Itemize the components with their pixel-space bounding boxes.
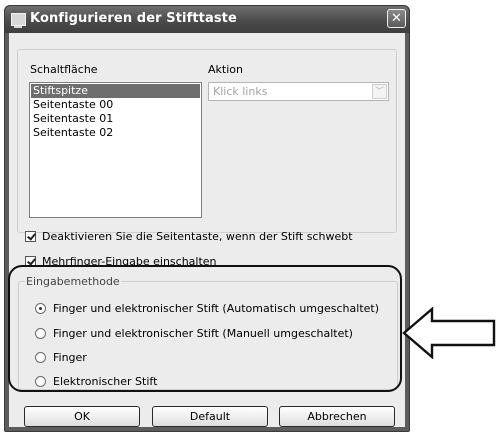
aktion-selected-value: Klick links — [213, 85, 268, 98]
list-item[interactable]: Seitentaste 01 — [31, 112, 200, 126]
aktion-select[interactable]: Klick links ﹀ — [208, 82, 389, 101]
monitor-icon — [11, 13, 26, 28]
title-bar[interactable]: Konfigurieren der Stifttaste ✕ — [5, 6, 409, 33]
list-item[interactable]: Stiftspitze — [31, 84, 200, 98]
cancel-button[interactable]: Abbrechen — [279, 406, 395, 427]
close-button[interactable]: ✕ — [387, 9, 406, 28]
hover-disable-label: Deaktivieren Sie die Seitentaste, wenn d… — [42, 229, 353, 243]
aktion-label: Aktion — [208, 63, 243, 76]
schaltflaeche-listbox[interactable]: Stiftspitze Seitentaste 00 Seitentaste 0… — [29, 82, 202, 218]
pointing-arrow-icon — [402, 307, 496, 359]
schaltflaeche-label: Schaltfläche — [30, 63, 98, 76]
hover-disable-checkbox[interactable] — [25, 230, 36, 242]
dialog-title: Konfigurieren der Stifttaste — [30, 11, 237, 26]
chevron-down-icon[interactable]: ﹀ — [372, 84, 387, 99]
ok-button[interactable]: OK — [24, 406, 140, 427]
list-item[interactable]: Seitentaste 02 — [31, 126, 200, 140]
hover-disable-checkbox-row[interactable]: Deaktivieren Sie die Seitentaste, wenn d… — [25, 228, 353, 244]
list-item[interactable]: Seitentaste 00 — [31, 98, 200, 112]
highlight-frame — [8, 265, 402, 392]
default-button[interactable]: Default — [152, 406, 268, 427]
